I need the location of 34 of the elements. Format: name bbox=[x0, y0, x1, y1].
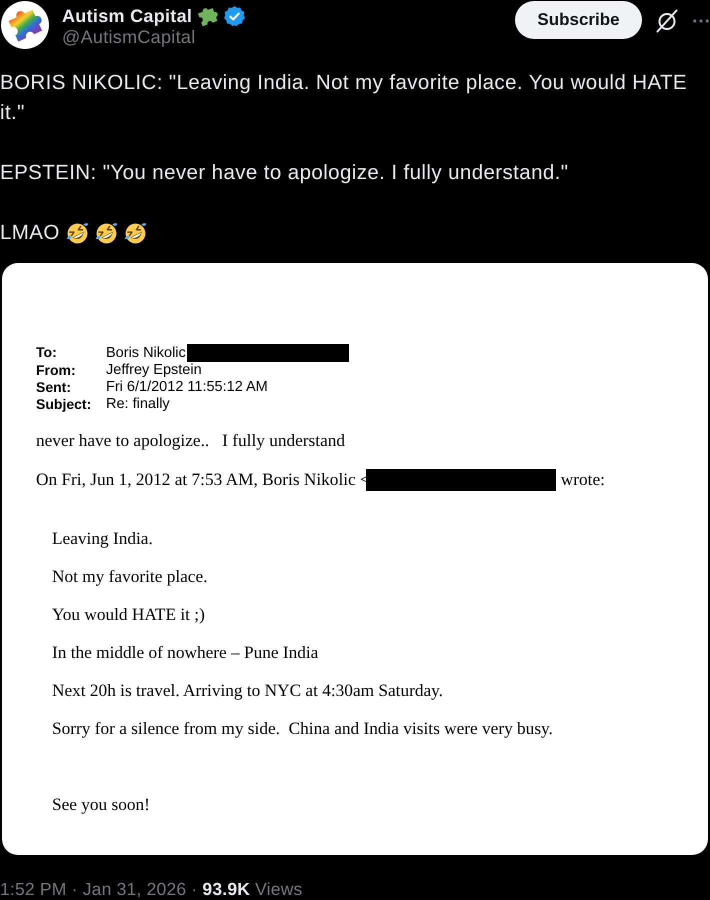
signoff-text: See you soon! bbox=[52, 795, 151, 815]
laughing-face-icon bbox=[66, 222, 89, 244]
more-icon[interactable] bbox=[693, 19, 709, 23]
author-name[interactable]: Autism Capital bbox=[62, 6, 192, 26]
quoted-line: Sorry for a silence from my side. China and India visits were very busy. bbox=[52, 719, 554, 739]
header-value: Fri 6/1/2012 11:55:12 AM bbox=[106, 379, 268, 396]
laughing-face-icon bbox=[124, 222, 147, 244]
puzzle-icon bbox=[197, 5, 220, 27]
laughing-face-icon bbox=[94, 222, 118, 244]
author-handle[interactable]: @AutismCapital bbox=[62, 27, 196, 48]
subscribe-button[interactable]: Subscribe bbox=[515, 1, 642, 39]
quoted-line: Next 20h is travel. Arriving to NYC at 4:30am Saturday. bbox=[52, 681, 444, 701]
quoted-line: In the middle of nowhere – Pune India bbox=[52, 643, 320, 663]
header-value: Re: finally bbox=[106, 396, 170, 413]
views-label: Views bbox=[255, 879, 302, 899]
post-text: EPSTEIN: "You never have to apologize. I fully understand." bbox=[0, 160, 570, 186]
quoted-line: You would HATE it ;) bbox=[52, 605, 206, 625]
header-label: Sent: bbox=[36, 379, 72, 396]
quoted-line: Not my favorite place. bbox=[52, 567, 208, 587]
header-value: Boris Nikolic bbox=[106, 344, 186, 362]
views-count: 93.9K bbox=[202, 879, 250, 899]
puzzle-avatar-icon[interactable] bbox=[1, 1, 49, 49]
quoted-line: Leaving India. bbox=[52, 529, 154, 549]
post-text: LMAO bbox=[0, 220, 60, 246]
post-text: BORIS NIKOLIC: "Leaving India. Not my favorite place. You would HATE it." bbox=[0, 70, 688, 126]
slashed-circle-icon[interactable] bbox=[656, 9, 678, 33]
post-timestamp[interactable]: 1:52 PM · Jan 31, 2026 · bbox=[0, 879, 198, 899]
header-value: Jeffrey Epstein bbox=[106, 362, 202, 379]
email-document[interactable] bbox=[2, 263, 708, 855]
header-label: To: bbox=[36, 344, 58, 362]
reply-text: never have to apologize.. I fully understand bbox=[36, 431, 346, 451]
header-label: Subject: bbox=[36, 396, 92, 413]
header-label: From: bbox=[36, 362, 77, 379]
quote-intro-text: wrote: bbox=[560, 470, 605, 490]
